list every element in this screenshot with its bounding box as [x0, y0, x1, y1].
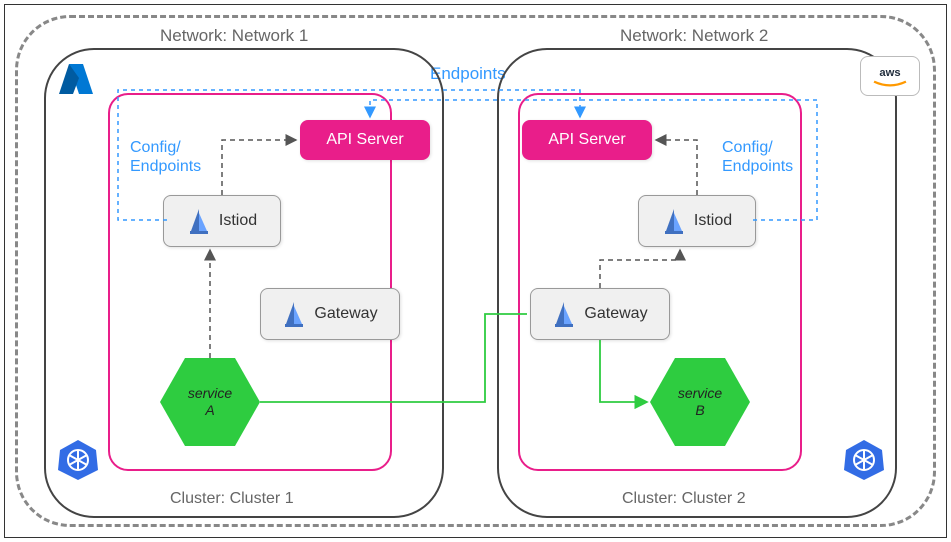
api-server-2: API Server: [522, 120, 652, 160]
network1-label: Network: Network 1: [160, 26, 308, 46]
gateway-1: Gateway: [260, 288, 400, 340]
network2-label: Network: Network 2: [620, 26, 768, 46]
config-label-1: Config/ Endpoints: [130, 138, 201, 176]
cluster2-label: Cluster: Cluster 2: [622, 490, 746, 508]
cluster1-label: Cluster: Cluster 1: [170, 490, 294, 508]
istio-sail-icon: [187, 207, 211, 235]
kubernetes-icon: [56, 438, 100, 482]
istiod-2: Istiod: [638, 195, 756, 247]
istio-sail-icon: [552, 300, 576, 328]
istio-sail-icon: [662, 207, 686, 235]
kubernetes-icon: [842, 438, 886, 482]
gateway-2: Gateway: [530, 288, 670, 340]
aws-icon: aws: [860, 56, 920, 96]
config-label-2: Config/ Endpoints: [722, 138, 793, 176]
azure-icon: [55, 60, 97, 98]
svg-text:aws: aws: [879, 67, 900, 79]
istiod-1: Istiod: [163, 195, 281, 247]
api-server-1: API Server: [300, 120, 430, 160]
istio-sail-icon: [282, 300, 306, 328]
